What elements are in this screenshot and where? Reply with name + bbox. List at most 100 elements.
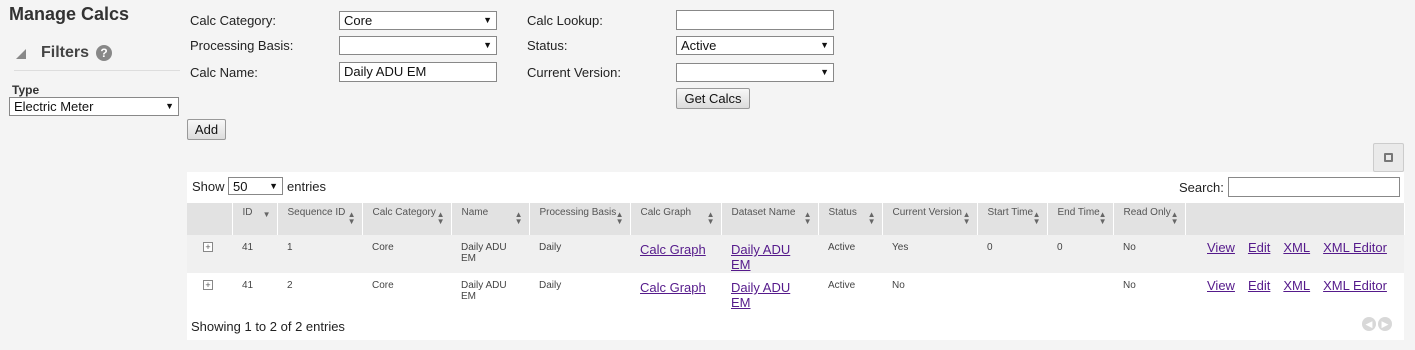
cell-start-time [977,273,1047,311]
search-label: Search: [1179,180,1224,195]
xml-link[interactable]: XML [1283,278,1310,293]
column-header-dataset-name[interactable]: Dataset Name ▲ ▼ [721,203,819,235]
cell-end-time: 0 [1047,235,1113,273]
column-header-expand [187,203,233,235]
cell-name: Daily ADU EM [451,273,529,311]
calc-category-value: Core [344,13,373,28]
column-header-read-only[interactable]: Read Only ▲ ▼ [1113,203,1186,235]
collapse-triangle-icon[interactable] [16,49,26,59]
sort-icon: ▲ ▼ [347,210,356,226]
cell-read-only: No [1113,273,1185,311]
cell-processing-basis: Daily [529,235,630,273]
sort-icon: ▲ ▼ [514,210,523,226]
calc-name-input[interactable]: Daily ADU EM [339,62,497,82]
show-label: Show [192,179,225,194]
dataset-name-link[interactable]: Daily ADU EM [731,280,790,310]
current-version-label: Current Version: [527,65,621,80]
sort-icon: ▲ ▼ [1170,210,1179,226]
column-header-calc-category[interactable]: Calc Category ▲ ▼ [362,203,452,235]
save-icon [1384,153,1393,162]
table-row: + 41 2 Core Daily ADU EM Daily Calc Grap… [187,273,1404,311]
cell-sequence-id: 1 [277,235,362,273]
calc-name-label: Calc Name: [190,65,258,80]
status-select[interactable]: Active ▼ [676,36,834,55]
cell-id: 41 [232,235,277,273]
sort-icon: ▲ ▼ [615,210,624,226]
calcs-table: ID ▼ Sequence ID ▲ ▼ Calc Category ▲ ▼ Name ▲ ▼… [187,203,1405,311]
expand-row-icon[interactable]: + [203,242,213,252]
filters-header[interactable]: Filters ? [14,43,180,71]
column-header-calc-graph[interactable]: Calc Graph ▲ ▼ [630,203,722,235]
column-header-start-time[interactable]: Start Time ▲ ▼ [977,203,1048,235]
type-select[interactable]: Electric Meter ▼ [9,97,179,116]
cell-current-version: Yes [882,235,977,273]
sort-icon: ▲ ▼ [706,210,715,226]
calc-graph-link[interactable]: Calc Graph [640,242,706,257]
sort-icon: ▲ ▼ [436,210,445,226]
sort-icon: ▲ ▼ [1032,210,1041,226]
column-header-sequence-id[interactable]: Sequence ID ▲ ▼ [277,203,363,235]
status-value: Active [681,38,717,53]
column-header-name[interactable]: Name ▲ ▼ [451,203,530,235]
calc-lookup-label: Calc Lookup: [527,13,603,28]
chevron-down-icon: ▼ [820,67,829,77]
sort-desc-icon: ▼ [262,210,271,219]
next-page-icon[interactable]: ▶ [1378,317,1392,331]
cell-processing-basis: Daily [529,273,630,311]
status-label: Status: [527,38,568,53]
edit-link[interactable]: Edit [1248,278,1270,293]
sort-icon: ▲ ▼ [1098,210,1107,226]
cell-sequence-id: 2 [277,273,362,311]
view-link[interactable]: View [1207,240,1235,255]
entries-label: entries [287,179,327,194]
chevron-down-icon: ▼ [483,15,492,25]
cell-name: Daily ADU EM [451,235,529,273]
column-header-current-version[interactable]: Current Version ▲ ▼ [882,203,978,235]
cell-current-version: No [882,273,977,311]
processing-basis-select[interactable]: ▼ [339,36,497,55]
column-header-status[interactable]: Status ▲ ▼ [818,203,883,235]
dataset-name-link[interactable]: Daily ADU EM [731,242,790,272]
cell-end-time [1047,273,1113,311]
entries-value: 50 [233,179,248,194]
entries-select[interactable]: 50 ▼ [228,177,283,195]
xml-editor-link[interactable]: XML Editor [1323,278,1387,293]
view-link[interactable]: View [1207,278,1235,293]
cell-start-time: 0 [977,235,1047,273]
chevron-down-icon: ▼ [483,40,492,50]
current-version-select[interactable]: ▼ [676,63,834,82]
cell-read-only: No [1113,235,1185,273]
previous-page-icon[interactable]: ◀ [1362,317,1376,331]
xml-editor-link[interactable]: XML Editor [1323,240,1387,255]
column-header-id[interactable]: ID ▼ [232,203,278,235]
calc-category-label: Calc Category: [190,13,276,28]
calc-category-select[interactable]: Core ▼ [339,11,497,30]
results-panel: Show 50 ▼ entries Search: ID ▼ Sequence I… [187,172,1405,340]
sort-icon: ▲ ▼ [962,210,971,226]
filters-label: Filters [41,44,90,61]
column-header-processing-basis[interactable]: Processing Basis ▲ ▼ [529,203,631,235]
add-button[interactable]: Add [187,119,226,140]
calc-lookup-input[interactable] [676,10,834,30]
cell-status: Active [818,235,882,273]
table-row: + 41 1 Core Daily ADU EM Daily Calc Grap… [187,235,1404,273]
xml-link[interactable]: XML [1283,240,1310,255]
search-input[interactable] [1228,177,1400,197]
type-select-value: Electric Meter [14,99,94,114]
get-calcs-button[interactable]: Get Calcs [676,88,750,109]
chevron-down-icon: ▼ [820,40,829,50]
edit-link[interactable]: Edit [1248,240,1270,255]
table-header-row: ID ▼ Sequence ID ▲ ▼ Calc Category ▲ ▼ Name ▲ ▼… [187,203,1405,235]
cell-calc-category: Core [362,235,451,273]
export-button[interactable] [1373,143,1404,172]
chevron-down-icon: ▼ [165,101,174,111]
sort-icon: ▲ ▼ [803,210,812,226]
sort-icon: ▲ ▼ [867,210,876,226]
column-header-end-time[interactable]: End Time ▲ ▼ [1047,203,1114,235]
page-title: Manage Calcs [9,4,130,24]
expand-row-icon[interactable]: + [203,280,213,290]
processing-basis-label: Processing Basis: [190,38,294,53]
column-header-actions [1185,203,1405,235]
calc-graph-link[interactable]: Calc Graph [640,280,706,295]
help-icon[interactable]: ? [96,45,112,61]
